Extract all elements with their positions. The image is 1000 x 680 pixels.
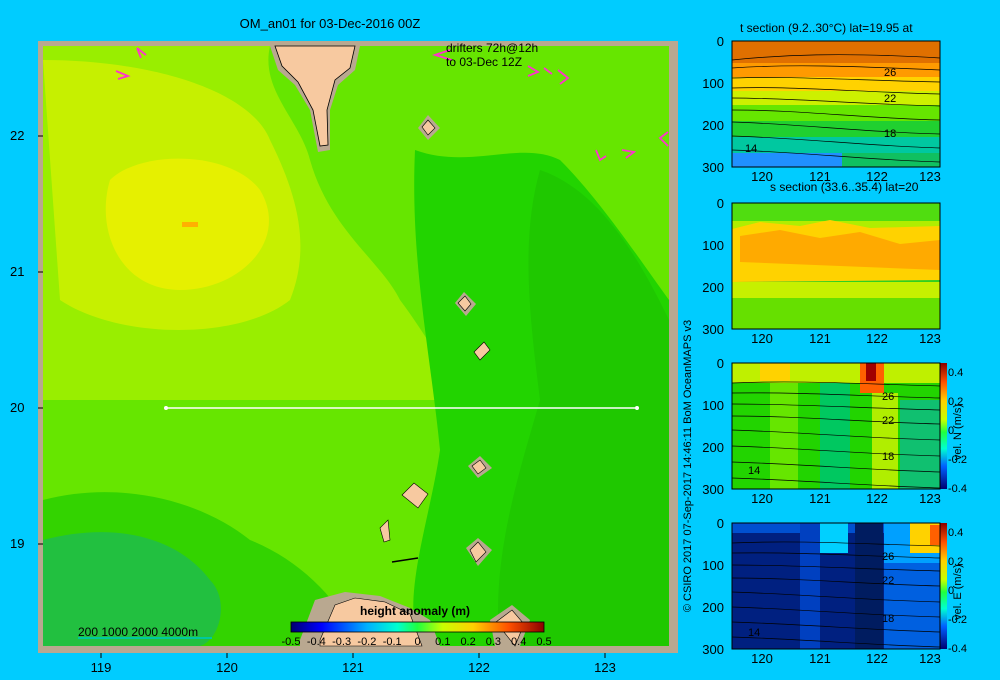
panel-ytick-label: 200 xyxy=(702,440,724,455)
panel-ytick-label: 100 xyxy=(702,398,724,413)
panel-ytick-label: 100 xyxy=(702,76,724,91)
panel-ytick-label: 300 xyxy=(702,482,724,497)
colorbar-tick-label: -0.4 xyxy=(306,636,326,648)
colorbar-tick-label: -0.2 xyxy=(357,636,377,648)
contour-label: 26 xyxy=(882,391,894,403)
contour-label: 22 xyxy=(882,575,894,587)
panel-xtick-label: 121 xyxy=(809,331,831,346)
map-field xyxy=(43,46,669,646)
colorbar-label: height anomaly (m) xyxy=(359,604,470,618)
panel-ytick-label: 0 xyxy=(716,196,724,211)
panel-ytick-label: 200 xyxy=(702,600,724,615)
temperature-section-panel xyxy=(731,41,941,167)
panel-ytick-label: 300 xyxy=(702,322,724,337)
map-xtick-label: 122 xyxy=(468,660,490,675)
vel-e-axis-label: vel. E (m/s) xyxy=(952,564,964,620)
panel-ytick-label: 200 xyxy=(702,118,724,133)
map-y-ticks xyxy=(38,135,43,545)
contour-label: 14 xyxy=(748,627,760,639)
colorbar-tick-label: 0.4 xyxy=(511,636,527,648)
map-xtick-label: 121 xyxy=(342,660,364,675)
credit-text: © CSIRO 2017 07-Sep-2017 14:46:11 BoM Oc… xyxy=(682,319,694,613)
contour-label: 26 xyxy=(882,551,894,563)
panel-xtick-label: 120 xyxy=(751,651,773,666)
map-xtick-label: 119 xyxy=(90,660,112,675)
drifters-label-line2: to 03-Dec 12Z xyxy=(446,55,523,69)
scale-label: 200 1000 2000 4000m xyxy=(78,625,199,639)
contour-label: 18 xyxy=(884,128,896,140)
panel-ytick-label: 0 xyxy=(716,516,724,531)
colorbar-tick-label: 0.5 xyxy=(536,636,552,648)
drifters-label-line1: drifters 72h@12h xyxy=(446,41,539,55)
height-colorbar xyxy=(290,621,545,633)
map-ytick-label: 20 xyxy=(10,400,25,415)
map-ytick-label: 19 xyxy=(10,536,25,551)
salinity-section-panel xyxy=(732,203,940,329)
panel-xtick-label: 122 xyxy=(866,169,888,184)
panel-ytick-label: 300 xyxy=(702,160,724,175)
panel-xtick-label: 123 xyxy=(919,331,941,346)
panel-xtick-label: 122 xyxy=(866,651,888,666)
temperature-section-title: t section (9.2..30°C) lat=19.95 at xyxy=(740,21,913,35)
panel-xtick-label: 120 xyxy=(751,331,773,346)
panel-xtick-label: 121 xyxy=(809,169,831,184)
colorbar-tick-label: 0.1 xyxy=(435,636,451,648)
colorbar-tick-label: -0.1 xyxy=(382,636,402,648)
vel-n-axis-label: vel. N (m/s) xyxy=(952,403,964,461)
panel-xtick-label: 120 xyxy=(751,491,773,506)
map-xtick-label: 120 xyxy=(216,660,238,675)
velocity-east-section-panel xyxy=(731,523,947,649)
panel-xtick-label: 122 xyxy=(866,491,888,506)
panel-xtick-label: 121 xyxy=(809,651,831,666)
colorbar-tick-label: 0 xyxy=(414,636,421,648)
colorbar-tick-label: 0.2 xyxy=(460,636,476,648)
panel-ytick-label: 200 xyxy=(702,280,724,295)
panel-xtick-label: 123 xyxy=(919,491,941,506)
panel-xtick-label: 122 xyxy=(866,331,888,346)
contour-label: 18 xyxy=(882,613,894,625)
panel-xtick-label: 120 xyxy=(751,169,773,184)
velocity-north-section-panel xyxy=(731,363,947,489)
panel-ytick-label: 0 xyxy=(716,356,724,371)
panel-xtick-label: 123 xyxy=(919,651,941,666)
panel-ytick-label: 100 xyxy=(702,558,724,573)
contour-label: 22 xyxy=(884,93,896,105)
colorbar-tick-label: -0.5 xyxy=(281,636,301,648)
contour-label: 22 xyxy=(882,415,894,427)
vbar-tick-label: 0.4 xyxy=(948,367,964,379)
colorbar-tick-label: 0.3 xyxy=(485,636,502,648)
contour-label: 18 xyxy=(882,451,894,463)
map-xtick-label: 123 xyxy=(594,660,616,675)
vbar-tick-label: -0.4 xyxy=(948,643,967,655)
map-ytick-label: 22 xyxy=(10,128,25,143)
panel-xtick-label: 123 xyxy=(919,169,941,184)
contour-label: 14 xyxy=(748,465,760,477)
map-ytick-label: 21 xyxy=(10,264,25,279)
map-x-ticks xyxy=(100,653,606,658)
panel-ytick-label: 0 xyxy=(716,34,724,49)
vbar-tick-label: -0.4 xyxy=(948,483,967,495)
main-map-svg: 26 22 18 14 26 22 18 14 26 22 18 14 xyxy=(38,40,947,658)
contour-label: 26 xyxy=(884,67,896,79)
panel-ytick-label: 100 xyxy=(702,238,724,253)
panel-ytick-label: 300 xyxy=(702,642,724,657)
colorbar-tick-label: -0.3 xyxy=(332,636,352,648)
panel-xtick-label: 121 xyxy=(809,491,831,506)
vbar-tick-label: 0.4 xyxy=(948,527,964,539)
contour-label: 14 xyxy=(745,143,757,155)
